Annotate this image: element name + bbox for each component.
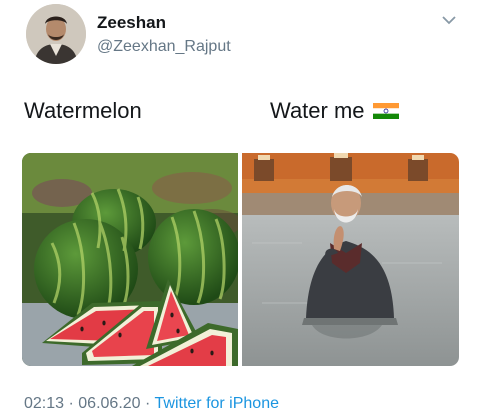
man-in-river-photo (242, 153, 459, 366)
author-handle[interactable]: @Zeexhan_Rajput (97, 38, 231, 56)
tweet-meta: 02:13 · 06.06.20 · Twitter for iPhone (24, 395, 279, 413)
avatar[interactable] (26, 4, 86, 64)
india-flag-icon (372, 103, 399, 119)
meta-separator: · (145, 395, 151, 412)
water-me-image[interactable] (242, 153, 459, 366)
tweet-date[interactable]: 06.06.20 (78, 395, 140, 412)
tweet-source-link[interactable]: Twitter for iPhone (155, 395, 280, 412)
caption-right-wrap: Water me (270, 98, 399, 124)
watermelon-image[interactable] (22, 153, 238, 366)
caption-left: Watermelon (24, 98, 142, 123)
meta-separator: · (68, 395, 74, 412)
watermelons-photo (22, 153, 238, 366)
tweet-time[interactable]: 02:13 (24, 395, 64, 412)
chevron-down-icon[interactable] (441, 14, 457, 26)
caption-right: Water me (270, 98, 365, 123)
author-name[interactable]: Zeeshan (97, 13, 166, 33)
avatar-photo (26, 4, 86, 64)
